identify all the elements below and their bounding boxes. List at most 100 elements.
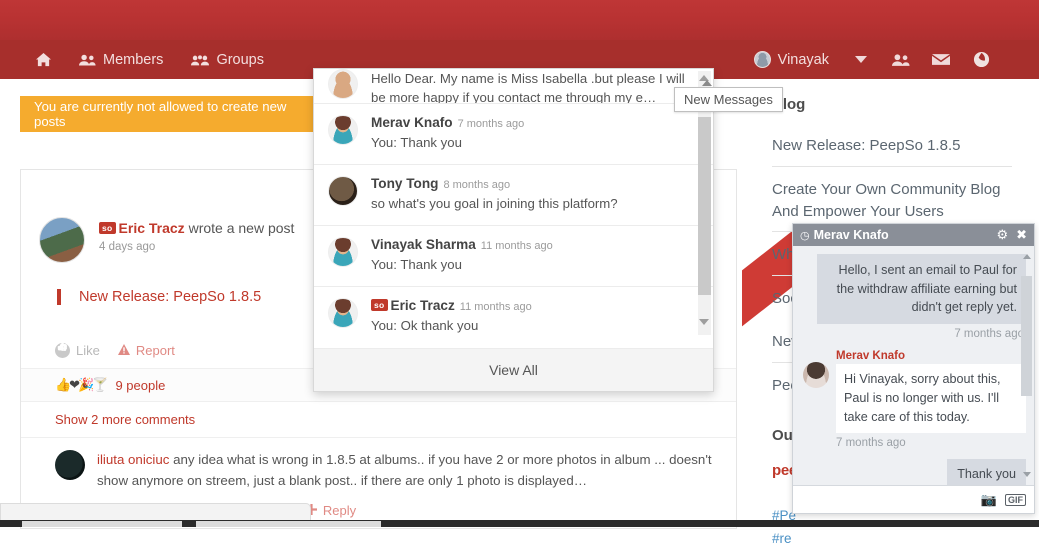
view-all-button[interactable]: View All xyxy=(314,348,713,391)
chat-scrollbar[interactable] xyxy=(1021,250,1032,481)
sidebar-item-members[interactable]: Members xyxy=(65,40,177,79)
post-header-text: so Eric Tracz wrote a new post 4 days ago xyxy=(99,217,294,263)
tooltip-arrow-icon xyxy=(702,80,712,86)
avatar xyxy=(803,361,829,388)
chat-message-author: Merav Knafo xyxy=(836,349,906,362)
message-time: 11 months ago xyxy=(459,301,532,314)
sidebar-item-groups[interactable]: Groups xyxy=(177,40,278,79)
chat-window-header[interactable]: ◷ Merav Knafo ⚙ ✖ xyxy=(793,224,1034,246)
avatar xyxy=(328,176,358,207)
warning-text: You are currently not allowed to create … xyxy=(34,99,287,129)
avatar xyxy=(328,69,358,99)
gear-icon[interactable]: ⚙ xyxy=(996,227,1008,243)
chat-message-outgoing: Thank you xyxy=(947,458,1026,485)
comment-reply-button[interactable]: Reply xyxy=(305,503,357,519)
chat-message-bubble: Hi Vinayak, sorry about this, Paul is no… xyxy=(836,363,1026,433)
chat-message-time: 7 months ago xyxy=(954,327,1024,340)
chat-message-list[interactable]: Hello, I sent an email to Paul for the w… xyxy=(793,246,1034,485)
list-item[interactable]: New Release: PeepSo 1.8.5 xyxy=(772,135,1012,167)
message-preview: You: Ok thank you xyxy=(371,318,479,334)
warning-triangle-icon xyxy=(117,343,130,358)
chevron-down-icon[interactable] xyxy=(841,40,881,79)
scroll-down-arrow-icon[interactable] xyxy=(1023,472,1031,477)
list-item: iliuta oniciuc any idea what is wrong in… xyxy=(21,437,736,497)
message-sender-name: Tony Tong xyxy=(371,176,439,192)
dropdown-scrollbar-thumb[interactable] xyxy=(698,117,711,295)
navbar-right-group: Vinayak xyxy=(742,40,1001,79)
message-sender-name: Merav Knafo xyxy=(371,115,453,130)
chat-title: Merav Knafo xyxy=(813,228,889,242)
message-preview: so what's you goal in joining this platf… xyxy=(371,196,618,212)
post-timestamp: 4 days ago xyxy=(99,241,156,253)
list-item[interactable]: Tony Tong 8 months ago so what's you goal… xyxy=(314,165,713,227)
list-item[interactable]: Merav Knafo 7 months ago You: Thank you xyxy=(314,104,713,166)
list-item[interactable]: Vinayak Sharma 11 months ago You: Thank y… xyxy=(314,226,713,288)
notifications-globe-icon[interactable] xyxy=(961,40,1001,79)
message-time: 8 months ago xyxy=(443,179,511,192)
nav-label-members: Members xyxy=(103,51,164,68)
reaction-count-link[interactable]: 9 people xyxy=(115,378,165,393)
friends-icon[interactable] xyxy=(881,40,921,79)
message-sender: Vinayak Sharma 11 months ago xyxy=(371,237,699,252)
message-preview: You: Thank you xyxy=(371,135,462,150)
warning-banner: You are currently not allowed to create … xyxy=(20,96,315,132)
chat-message-outgoing-row: Thank you xyxy=(803,458,1026,485)
comment-body: any idea what is wrong in 1.8.5 at album… xyxy=(97,452,712,488)
report-button[interactable]: Report xyxy=(117,343,175,358)
show-more-comments-link[interactable]: Show 2 more comments xyxy=(21,401,736,437)
comment-author-link[interactable]: iliuta oniciuc xyxy=(97,452,169,467)
groups-icon xyxy=(191,53,210,67)
like-label: Like xyxy=(76,343,100,358)
messages-icon[interactable] xyxy=(921,40,961,79)
message-sender: Tony Tong 8 months ago xyxy=(371,176,699,191)
message-time: 11 months ago xyxy=(480,240,553,253)
message-sender-name: Eric Tracz xyxy=(390,298,455,314)
messages-dropdown: Hello Dear. My name is Miss Isabella .bu… xyxy=(313,68,714,392)
gif-icon[interactable]: GIF xyxy=(1005,493,1026,506)
list-item[interactable]: Hello Dear. My name is Miss Isabella .bu… xyxy=(314,69,713,104)
message-time: 7 months ago xyxy=(457,118,525,130)
thumbs-up-icon xyxy=(55,343,70,358)
comment-text: iliuta oniciuc any idea what is wrong in… xyxy=(97,450,718,491)
avatar xyxy=(328,237,358,268)
home-icon xyxy=(36,52,51,67)
comment-reply-label: Reply xyxy=(322,503,357,519)
chat-window: ◷ Merav Knafo ⚙ ✖ Hello, I sent an email… xyxy=(792,223,1035,514)
blog-heading: Blog xyxy=(772,96,806,113)
clock-icon: ◷ xyxy=(800,229,810,242)
post-author-link[interactable]: Eric Tracz xyxy=(119,220,185,236)
close-icon[interactable]: ✖ xyxy=(1016,227,1027,243)
taskbar-item[interactable] xyxy=(196,521,381,527)
avatar xyxy=(328,298,358,329)
navbar-left-group: Members Groups xyxy=(22,40,278,79)
list-item[interactable]: so Eric Tracz 11 months ago You: Ok thank … xyxy=(314,287,713,349)
chat-message-incoming: Merav Knafo Hi Vinayak, sorry about this… xyxy=(803,350,1026,433)
message-preview: Hello Dear. My name is Miss Isabella .bu… xyxy=(371,71,685,104)
reaction-icons: 👍❤🎉🍸 xyxy=(55,377,108,392)
nav-user-menu[interactable]: Vinayak xyxy=(742,40,841,79)
message-preview: You: Thank you xyxy=(371,257,462,273)
post-action-text: wrote a new post xyxy=(188,220,295,236)
scroll-down-arrow-icon[interactable] xyxy=(699,319,709,325)
status-badge: so xyxy=(371,299,388,312)
taskbar-item[interactable] xyxy=(22,521,182,527)
chat-message-outgoing: Hello, I sent an email to Paul for the w… xyxy=(817,254,1026,324)
report-label: Report xyxy=(135,343,175,358)
message-sender: so Eric Tracz 11 months ago xyxy=(371,298,699,313)
nav-user-name: Vinayak xyxy=(777,51,829,68)
chat-input-bar[interactable]: 📷 GIF xyxy=(793,485,1034,513)
nav-home[interactable] xyxy=(22,40,65,79)
avatar[interactable] xyxy=(39,217,85,263)
scroll-up-arrow-icon[interactable] xyxy=(1023,254,1031,259)
status-badge: so xyxy=(99,222,116,234)
message-sender: Merav Knafo 7 months ago xyxy=(371,115,699,130)
message-sender-name: Vinayak Sharma xyxy=(371,237,476,253)
like-button[interactable]: Like xyxy=(55,343,100,358)
chat-message-time: 7 months ago xyxy=(836,436,906,449)
avatar xyxy=(753,51,771,68)
chat-scrollbar-thumb[interactable] xyxy=(1021,276,1032,396)
tag-link[interactable]: #re xyxy=(772,528,1012,550)
avatar[interactable] xyxy=(55,450,85,480)
camera-icon[interactable]: 📷 xyxy=(981,492,997,508)
members-icon xyxy=(79,53,96,67)
